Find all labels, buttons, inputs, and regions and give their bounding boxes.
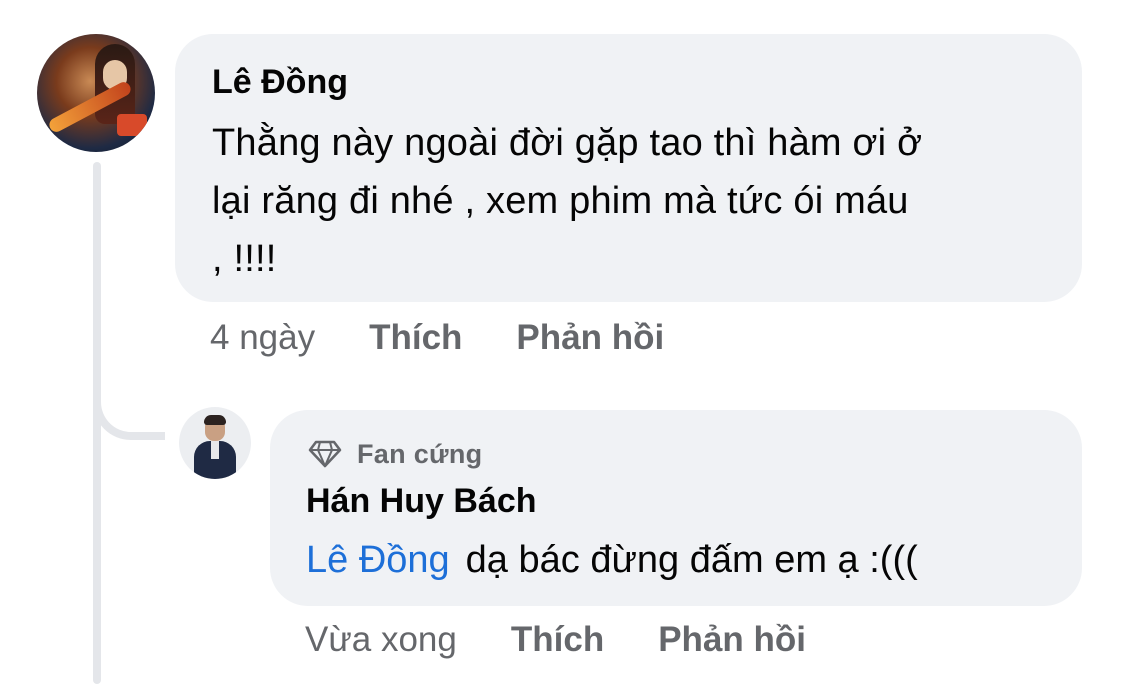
- reply-bubble: Fan cứng Hán Huy Bách Lê Đồng dạ bác đừng…: [270, 410, 1082, 606]
- reply-button[interactable]: Phản hồi: [516, 318, 664, 358]
- comment-timestamp[interactable]: 4 ngày: [210, 318, 315, 358]
- comment-bubble: Lê Đồng Thằng này ngoài đời gặp tao thì …: [175, 34, 1082, 302]
- comment-text: Thằng này ngoài đời gặp tao thì hàm ơi ở…: [212, 114, 1046, 288]
- reply-like-button[interactable]: Thích: [511, 620, 604, 660]
- thread-connector-curve: [93, 380, 165, 440]
- avatar-person-shirt: [211, 441, 219, 459]
- like-button[interactable]: Thích: [369, 318, 462, 358]
- comment-text-line: lại răng đi nhé , xem phim mà tức ói máu: [212, 180, 909, 222]
- comment-actions: 4 ngày Thích Phản hồi: [210, 318, 718, 358]
- comment-author-name[interactable]: Lê Đồng: [212, 62, 1046, 102]
- fan-badge-label: Fan cứng: [357, 438, 483, 469]
- replier-avatar[interactable]: [179, 407, 251, 479]
- reply-actions: Vừa xong Thích Phản hồi: [305, 620, 860, 660]
- fan-badge: Fan cứng: [306, 437, 1046, 471]
- avatar-figure-badge: [117, 114, 147, 136]
- comment-text-line: Thằng này ngoài đời gặp tao thì hàm ơi ở: [212, 122, 923, 164]
- reply-message: dạ bác đừng đấm em ạ :(((: [465, 539, 918, 581]
- mention-link[interactable]: Lê Đồng: [306, 539, 450, 581]
- comment-text-line: , !!!!: [212, 238, 277, 280]
- reply-reply-button[interactable]: Phản hồi: [658, 620, 806, 660]
- diamond-icon: [308, 440, 342, 468]
- reply-timestamp[interactable]: Vừa xong: [305, 620, 457, 660]
- avatar-person-hair: [204, 415, 226, 425]
- commenter-avatar[interactable]: [37, 34, 155, 152]
- reply-text: Lê Đồng dạ bác đừng đấm em ạ :(((: [306, 533, 1046, 587]
- reply-author-name[interactable]: Hán Huy Bách: [306, 481, 1046, 521]
